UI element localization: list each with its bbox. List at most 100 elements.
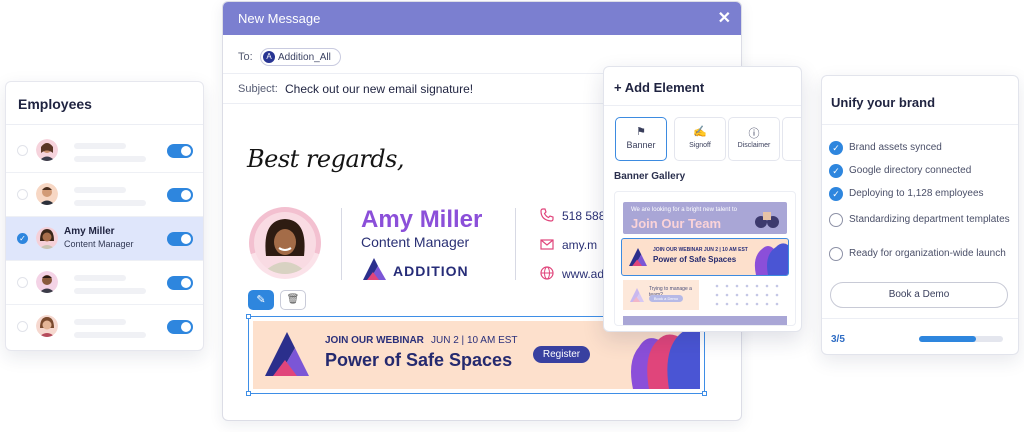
signoff-option[interactable]: ✍ Signoff <box>674 117 726 161</box>
gallery-banner-heading: Power of Safe Spaces <box>653 255 737 264</box>
avatar <box>36 271 58 293</box>
banner-gallery-title: Banner Gallery <box>614 171 686 182</box>
toggle-switch[interactable] <box>167 320 193 334</box>
flag-icon: ⚑ <box>636 126 646 138</box>
signature-phone: 518 588 <box>562 209 606 223</box>
option-label: Signoff <box>689 142 711 149</box>
gallery-banner-kicker: JOIN OUR WEBINAR JUN 2 | 10 AM EST <box>653 247 748 253</box>
employee-name: Amy Miller <box>64 226 115 237</box>
window-title: New Message <box>238 11 321 26</box>
dot-pattern <box>715 284 779 306</box>
check-icon: ✓ <box>829 164 843 178</box>
employee-role: Content Manager <box>64 239 134 249</box>
placeholder-line <box>74 332 146 338</box>
divider <box>6 124 203 125</box>
subject-label: Subject: <box>238 83 278 95</box>
task-item: Brand assets synced <box>849 142 942 153</box>
task-item: Ready for organization-wide launch <box>849 248 1006 259</box>
gallery-banner-partial[interactable] <box>623 316 787 325</box>
task-item: Standardizing department templates <box>849 214 1010 225</box>
resize-handle[interactable] <box>246 391 251 396</box>
signature-name: Amy Miller <box>361 206 483 233</box>
placeholder-line <box>74 156 146 162</box>
gallery-banner-heading: Join Our Team <box>631 216 722 231</box>
to-label: To: <box>238 51 253 63</box>
banner-option[interactable]: ⚑ Banner <box>615 117 667 161</box>
signature-email: amy.m <box>562 238 598 252</box>
employees-title: Employees <box>18 96 92 112</box>
signature-website: www.ad <box>562 267 605 281</box>
binoculars-icon <box>755 212 779 228</box>
profile-photo <box>254 212 316 274</box>
book-demo-button[interactable]: Book a Demo <box>830 282 1008 308</box>
subject-field[interactable]: Check out our new email signature! <box>285 82 473 96</box>
toggle-switch[interactable] <box>167 276 193 290</box>
divider <box>341 208 342 280</box>
employee-row-selected[interactable]: ✓ Amy Miller Content Manager <box>6 217 203 261</box>
signature-role: Content Manager <box>361 234 470 250</box>
add-element-title: + Add Element <box>614 80 705 95</box>
employee-row[interactable] <box>6 305 203 349</box>
divider <box>822 318 1018 319</box>
banner-date: JUN 2 | 10 AM EST <box>431 335 518 346</box>
placeholder-line <box>74 275 126 281</box>
addition-logo-icon <box>361 258 387 280</box>
row-checkbox[interactable] <box>17 189 28 200</box>
window-header: New Message ✕ <box>223 2 741 35</box>
row-checkbox-checked[interactable]: ✓ <box>17 233 28 244</box>
signature-icon: ✍ <box>693 126 707 138</box>
gallery-banner-join-team[interactable]: We are looking for a bright new talent t… <box>623 202 787 234</box>
employees-panel: Employees ✓ Amy Miller Content Manager <box>5 81 204 351</box>
avatar <box>36 183 58 205</box>
row-checkbox[interactable] <box>17 277 28 288</box>
recipient-chip[interactable]: A Addition_All <box>260 48 341 66</box>
avatar <box>36 315 58 337</box>
progress-fill <box>919 336 977 342</box>
avatar <box>36 139 58 161</box>
recipient-name: Addition_All <box>278 52 331 63</box>
banner-title: Power of Safe Spaces <box>325 350 513 370</box>
info-icon: ⓘ <box>748 128 760 140</box>
addition-logo-icon <box>630 288 644 302</box>
close-icon[interactable]: ✕ <box>718 8 731 28</box>
gallery-demo-button: Book a Demo <box>649 295 683 302</box>
toggle-switch[interactable] <box>167 188 193 202</box>
more-option[interactable] <box>782 117 801 161</box>
progress-bar <box>919 336 1003 342</box>
phone-icon <box>540 208 554 222</box>
row-checkbox[interactable] <box>17 321 28 332</box>
recipient-avatar: A <box>263 51 275 63</box>
employee-row[interactable] <box>6 261 203 305</box>
banner-gallery: We are looking for a bright new talent t… <box>614 191 796 326</box>
option-label: Banner <box>626 140 656 150</box>
gallery-banner-webinar[interactable]: JOIN OUR WEBINAR JUN 2 | 10 AM EST Power… <box>621 238 789 276</box>
task-item: Google directory connected <box>849 165 972 176</box>
silhouettes-illustration <box>754 243 788 275</box>
option-label: Disclaimer <box>737 142 771 149</box>
edit-pencil-icon[interactable]: ✎ <box>248 290 274 310</box>
employee-row[interactable] <box>6 173 203 217</box>
gallery-banner-demo[interactable]: Trying to manage a team? Book a Demo <box>623 280 787 310</box>
signoff-text: Best regards, <box>247 145 405 173</box>
gallery-banner-subtext: We are looking for a bright new talent t… <box>631 207 737 213</box>
trash-icon[interactable]: 🗑 <box>280 290 306 310</box>
resize-handle[interactable] <box>246 314 251 319</box>
placeholder-line <box>74 200 146 206</box>
add-element-panel: + Add Element ⚑ Banner ✍ Signoff ⓘ Discl… <box>603 66 802 332</box>
task-item: Deploying to 1,128 employees <box>849 188 984 199</box>
employee-row[interactable] <box>6 129 203 173</box>
disclaimer-option[interactable]: ⓘ Disclaimer <box>728 117 780 161</box>
register-button[interactable]: Register <box>533 346 590 363</box>
resize-handle[interactable] <box>702 391 707 396</box>
placeholder-line <box>74 143 126 149</box>
progress-count: 3/5 <box>831 334 845 345</box>
toggle-switch[interactable] <box>167 232 193 246</box>
unify-title: Unify your brand <box>831 95 936 110</box>
empty-circle-icon <box>829 213 843 227</box>
email-icon <box>540 237 554 251</box>
globe-icon <box>540 266 554 280</box>
row-checkbox[interactable] <box>17 145 28 156</box>
toggle-switch[interactable] <box>167 144 193 158</box>
divider <box>515 208 516 280</box>
unify-brand-panel: Unify your brand ✓ Brand assets synced ✓… <box>821 75 1019 355</box>
